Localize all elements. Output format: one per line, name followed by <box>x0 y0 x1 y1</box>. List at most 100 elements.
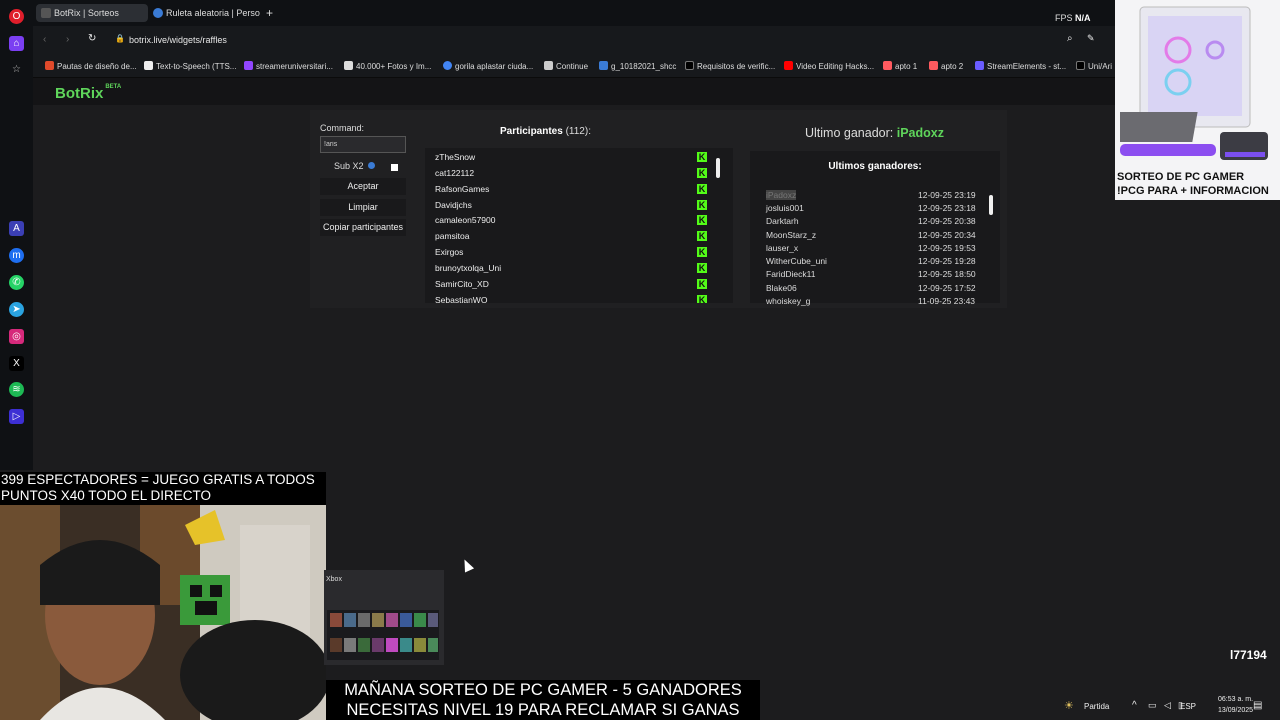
forward-icon[interactable]: › <box>66 34 69 45</box>
chevron-up-icon[interactable]: ^ <box>1132 700 1137 711</box>
winner-date: 12-09-25 23:18 <box>918 203 976 213</box>
clock-time[interactable]: 06:53 a. m. <box>1218 696 1253 703</box>
bookmark-item[interactable]: 40.000+ Fotos y Im... <box>344 61 431 71</box>
bookmark-item[interactable]: streameruniversitari... <box>244 61 333 71</box>
lang-indicator[interactable]: ESP <box>1180 702 1196 711</box>
back-icon[interactable]: ‹ <box>43 34 46 45</box>
list-item: Davidjchs <box>435 200 472 210</box>
list-item: SamirCito_XD <box>435 279 489 289</box>
winners-title: Ultimos ganadores: <box>828 161 922 172</box>
clock-date[interactable]: 13/09/2025 <box>1218 707 1253 714</box>
botrix-header: BotRix BETA <box>33 78 1120 105</box>
channel-tag: l77194 <box>1230 648 1267 662</box>
bookmark-item[interactable]: Continue <box>544 61 588 71</box>
streamer-image <box>0 505 326 720</box>
accept-button[interactable]: Aceptar <box>320 178 406 195</box>
bookmark-item[interactable]: Video Editing Hacks... <box>784 61 874 71</box>
instagram-icon[interactable]: ◎ <box>9 329 24 344</box>
participants-scrollbar[interactable] <box>716 158 720 178</box>
kick-icon: K <box>697 215 707 225</box>
aria-icon[interactable]: A <box>9 221 24 236</box>
raffle-panel: Command: Sub X2 Aceptar Limpiar Copiar p… <box>310 110 742 308</box>
bookmark-item[interactable]: g_10182021_shcc <box>599 61 676 71</box>
fps-counter: FPS N/A <box>1055 13 1091 23</box>
telegram-icon[interactable]: ➤ <box>9 302 24 317</box>
opera-sidebar: O ⌂ ☆ A m ✆ ➤ ◎ X ≋ ▷ <box>0 0 33 470</box>
kick-icon: K <box>697 231 707 241</box>
list-item: brunoytxolqa_Uni <box>435 263 502 273</box>
bookmark-item[interactable]: Pautas de diseño de... <box>45 61 137 71</box>
kick-icon: K <box>697 263 707 273</box>
new-tab-button[interactable]: + <box>261 4 279 22</box>
botrix-logo[interactable]: BotRix BETA <box>55 84 121 102</box>
bookmark-item[interactable]: apto 2 <box>929 61 963 71</box>
gaming-pc-image <box>1120 6 1268 160</box>
participants-list[interactable]: zTheSnow K cat122112 K RafsonGames K Davidj… <box>425 148 733 303</box>
bookmark-item[interactable]: Text-to-Speech (TTS... <box>144 61 236 71</box>
copy-participants-button[interactable]: Copiar participantes <box>320 219 406 236</box>
list-item: Exirgos <box>435 247 464 257</box>
messenger-icon[interactable]: m <box>9 248 24 263</box>
weather-icon[interactable]: ☀ <box>1064 699 1074 712</box>
winner-name: MoonStarz_z <box>766 230 817 240</box>
tab-ruleta[interactable]: Ruleta aleatoria | Personali <box>148 4 260 22</box>
search-icon[interactable]: ⌕ <box>1067 33 1073 44</box>
kick-icon: K <box>697 168 707 178</box>
winners-scrollbar[interactable] <box>989 195 993 215</box>
participants-title: Participantes (112): <box>500 126 591 137</box>
last-winner-name: iPadoxz <box>896 126 944 140</box>
bookmark-item[interactable]: gorila aplastar ciuda... <box>443 61 533 71</box>
winners-list[interactable]: Ultimos ganadores: iPadoxz 12-09-25 23:19… <box>750 151 1000 306</box>
winner-name: WitherCube_uni <box>766 256 827 266</box>
winner-date: 12-09-25 19:28 <box>918 256 976 266</box>
volume-icon[interactable]: ◁ <box>1164 700 1171 711</box>
bookmark-item[interactable]: Requisitos de verific... <box>685 61 775 71</box>
player-icon[interactable]: ▷ <box>9 409 24 424</box>
url-field[interactable]: botrix.live/widgets/raffles <box>129 35 227 45</box>
winner-name: FaridDieck11 <box>766 269 816 279</box>
xbox-preview[interactable]: Xbox <box>324 570 444 665</box>
tab-label: Ruleta aleatoria | Personali <box>166 8 260 18</box>
tab-bar: BotRix | Sorteos Ruleta aleatoria | Pers… <box>33 0 1120 26</box>
star-icon[interactable]: ☆ <box>9 62 24 77</box>
command-input[interactable] <box>320 136 406 153</box>
list-item: SebastianWO <box>435 295 488 303</box>
pc-gamer-ad: SORTEO DE PC GAMER !PCG PARA + INFORMACI… <box>1115 0 1280 200</box>
bookmark-item[interactable]: apto 1 <box>883 61 917 71</box>
bookmark-item[interactable]: StreamElements - st... <box>975 61 1066 71</box>
bookmark-item[interactable]: Uni/Ari <box>1076 61 1112 71</box>
clear-button[interactable]: Limpiar <box>320 199 406 216</box>
taskbar: ☀ Partida ^ ▭ ◁ ▯ ESP 06:53 a. m. 13/09/… <box>760 692 1280 720</box>
tab-botrix[interactable]: BotRix | Sorteos <box>36 4 148 22</box>
opera-logo-icon[interactable]: O <box>9 9 24 24</box>
edit-icon[interactable]: ✎ <box>1087 33 1095 44</box>
list-item: zTheSnow <box>435 152 476 162</box>
weather-label[interactable]: Partida <box>1084 702 1109 711</box>
tab-label: BotRix | Sorteos <box>54 8 119 18</box>
winner-date: 12-09-25 18:50 <box>918 269 976 279</box>
winner-name: josluis001 <box>766 203 804 213</box>
spotify-icon[interactable]: ≋ <box>9 382 24 397</box>
info-icon[interactable] <box>367 162 375 169</box>
home-icon[interactable]: ⌂ <box>9 36 24 51</box>
reload-icon[interactable]: ↻ <box>88 33 96 44</box>
beta-badge: BETA <box>105 84 122 90</box>
network-icon[interactable]: ▭ <box>1148 700 1157 711</box>
x-icon[interactable]: X <box>9 356 24 371</box>
wheel-favicon-icon <box>153 8 163 18</box>
winner-panel: Ultimo ganador: iPadoxz Ultimos ganadore… <box>742 110 1007 308</box>
notifications-icon[interactable]: ▤ <box>1253 700 1262 711</box>
sub-x2-checkbox[interactable] <box>391 164 398 171</box>
winner-name: Blake06 <box>766 283 797 293</box>
bottom-banner: MAÑANA SORTEO DE PC GAMER - 5 GANADORES … <box>326 680 760 720</box>
winner-date: 12-09-25 19:53 <box>918 243 976 253</box>
webcam-feed <box>0 505 326 720</box>
winner-date: 12-09-25 23:19 <box>918 190 976 200</box>
list-item: RafsonGames <box>435 184 490 194</box>
list-item: camaleon57900 <box>435 215 496 225</box>
whatsapp-icon[interactable]: ✆ <box>9 275 24 290</box>
bookmarks-bar: Pautas de diseño de... Text-to-Speech (T… <box>33 54 1120 78</box>
kick-icon: K <box>697 184 707 194</box>
winner-date: 11-09-25 23:43 <box>918 296 976 306</box>
botrix-favicon-icon <box>41 8 51 18</box>
